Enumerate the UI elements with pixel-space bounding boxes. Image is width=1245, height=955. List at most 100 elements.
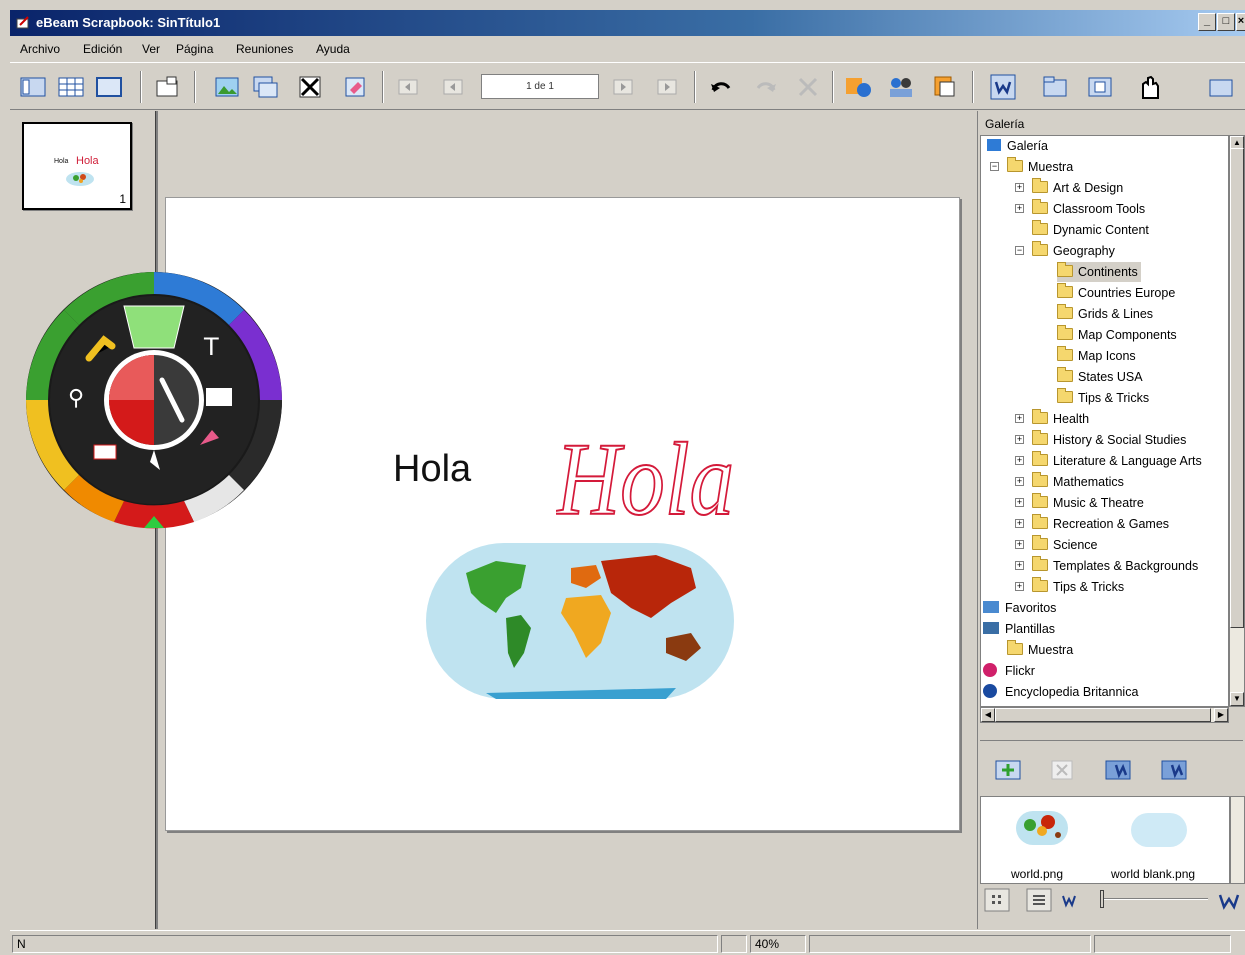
export-icon[interactable] — [930, 72, 960, 102]
tree-node-map-components[interactable]: Map Components — [1057, 325, 1177, 345]
handwritten-ink[interactable]: Hola — [556, 416, 736, 531]
tree-node-mathematics[interactable]: + Mathematics — [1015, 472, 1124, 492]
prev-page-icon[interactable] — [438, 72, 468, 102]
tree-node-states-usa[interactable]: States USA — [1057, 367, 1143, 387]
add-folder-icon[interactable] — [992, 753, 1024, 785]
delete-page-icon[interactable] — [295, 72, 325, 102]
zoom-slider-thumb[interactable] — [1100, 890, 1104, 908]
tree-node-literature[interactable]: + Literature & Language Arts — [1015, 451, 1202, 471]
gallery-tree[interactable]: Galería − Muestra + Art & Design + Classroo… — [980, 135, 1229, 707]
tree-node-britannica[interactable]: Encyclopedia Britannica — [983, 682, 1138, 702]
thumbnail-view-icon[interactable] — [18, 72, 48, 102]
expand-icon[interactable]: + — [1015, 435, 1024, 444]
tree-node-dynamic-content[interactable]: Dynamic Content — [1032, 220, 1149, 240]
whiteboard-page[interactable]: Hola Hola — [165, 197, 960, 831]
collapse-icon[interactable]: − — [990, 162, 999, 171]
tree-node-grids-lines[interactable]: Grids & Lines — [1057, 304, 1153, 324]
gallery-icon[interactable] — [988, 72, 1018, 102]
expand-icon[interactable]: + — [1015, 519, 1024, 528]
share-icon[interactable] — [843, 72, 873, 102]
gallery-horizontal-scrollbar[interactable]: ◀ ▶ — [980, 707, 1229, 723]
gallery-vertical-scrollbar[interactable]: ▲ ▼ — [1229, 135, 1245, 707]
expand-icon[interactable]: + — [1015, 540, 1024, 549]
tree-node-favoritos[interactable]: Favoritos — [983, 598, 1056, 618]
icon-view-icon[interactable] — [984, 888, 1010, 912]
window-icon[interactable] — [152, 72, 182, 102]
tree-node-countries-europe[interactable]: Countries Europe — [1057, 283, 1175, 303]
tree-node-map-icons[interactable]: Map Icons — [1057, 346, 1136, 366]
capture-icon[interactable] — [1085, 72, 1115, 102]
tree-node-art-design[interactable]: + Art & Design — [1015, 178, 1123, 198]
expand-icon[interactable]: + — [1015, 183, 1024, 192]
tree-node-plantillas[interactable]: Plantillas — [983, 619, 1055, 639]
folder-view-icon[interactable] — [1040, 72, 1070, 102]
delete-icon[interactable] — [793, 72, 823, 102]
meeting-icon[interactable] — [886, 72, 916, 102]
tree-node-history[interactable]: + History & Social Studies — [1015, 430, 1186, 450]
tree-node-classroom-tools[interactable]: + Classroom Tools — [1015, 199, 1145, 219]
menu-reuniones[interactable]: Reuniones — [236, 42, 293, 56]
tree-node-tips-tricks-geo[interactable]: Tips & Tricks — [1057, 388, 1149, 408]
expand-icon[interactable]: + — [1015, 204, 1024, 213]
gallery-item-caption[interactable]: world blank.png — [1111, 867, 1195, 881]
world-blank-png-thumbnail[interactable] — [1131, 813, 1187, 847]
new-page-icon[interactable] — [250, 72, 280, 102]
list-view-icon[interactable] — [1026, 888, 1052, 912]
scroll-down-icon[interactable]: ▼ — [1230, 692, 1244, 706]
menu-pagina[interactable]: Página — [176, 42, 213, 56]
undo-icon[interactable] — [707, 72, 737, 102]
redo-icon[interactable] — [750, 72, 780, 102]
expand-icon[interactable]: + — [1015, 498, 1024, 507]
tree-node-continents[interactable]: Continents — [1057, 262, 1141, 282]
tree-node-recreation-games[interactable]: + Recreation & Games — [1015, 514, 1169, 534]
world-png-thumbnail[interactable] — [1016, 811, 1068, 845]
collapse-icon[interactable]: − — [1015, 246, 1024, 255]
menu-archivo[interactable]: Archivo — [20, 42, 60, 56]
minimize-button[interactable]: _ — [1198, 13, 1216, 31]
clear-page-icon[interactable] — [340, 72, 370, 102]
tree-node-science[interactable]: + Science — [1015, 535, 1097, 555]
expand-icon[interactable]: + — [1015, 456, 1024, 465]
expand-icon[interactable]: + — [1015, 582, 1024, 591]
expand-icon[interactable]: + — [1015, 477, 1024, 486]
tree-node-geography[interactable]: − Geography — [1015, 241, 1115, 261]
tree-node-music-theatre[interactable]: + Music & Theatre — [1015, 493, 1144, 513]
tree-node-flickr[interactable]: Flickr — [983, 661, 1035, 681]
import-to-gallery-icon[interactable] — [1102, 753, 1134, 785]
zoom-slider-track[interactable] — [1102, 898, 1208, 900]
hand-icon[interactable] — [1135, 72, 1165, 102]
gallery-item-caption[interactable]: world.png — [1011, 867, 1063, 881]
maximize-button[interactable]: □ — [1217, 13, 1235, 31]
scroll-right-icon[interactable]: ▶ — [1214, 708, 1228, 722]
tree-node-muestra[interactable]: − Muestra — [990, 157, 1073, 177]
export-from-gallery-icon[interactable] — [1158, 753, 1190, 785]
insert-image-icon[interactable] — [212, 72, 242, 102]
page-view-icon[interactable] — [94, 72, 124, 102]
grid-view-icon[interactable] — [56, 72, 86, 102]
world-map-image[interactable] — [426, 543, 734, 699]
remove-folder-icon[interactable] — [1046, 753, 1078, 785]
last-page-icon[interactable] — [652, 72, 682, 102]
expand-icon[interactable]: + — [1015, 561, 1024, 570]
tree-node-plantillas-muestra[interactable]: Muestra — [1007, 640, 1073, 660]
items-scrollbar[interactable] — [1230, 796, 1245, 884]
close-button[interactable]: × — [1236, 13, 1245, 31]
tool-palette[interactable]: T ⚲ — [24, 270, 284, 530]
tree-node-templates-backgrounds[interactable]: + Templates & Backgrounds — [1015, 556, 1198, 576]
first-page-icon[interactable] — [393, 72, 423, 102]
tree-node-tips-tricks[interactable]: + Tips & Tricks — [1015, 577, 1124, 597]
menu-ayuda[interactable]: Ayuda — [316, 42, 350, 56]
tree-node-health[interactable]: + Health — [1015, 409, 1089, 429]
menu-edicion[interactable]: Edición — [83, 42, 122, 56]
page-thumbnail[interactable]: Hola Hola 1 — [22, 122, 132, 210]
scroll-left-icon[interactable]: ◀ — [981, 708, 995, 722]
next-page-icon[interactable] — [608, 72, 638, 102]
expand-icon[interactable]: + — [1015, 414, 1024, 423]
typed-text-object[interactable]: Hola — [393, 448, 471, 491]
page-indicator[interactable]: 1 de 1 — [481, 74, 599, 99]
scroll-thumb[interactable] — [1230, 148, 1244, 628]
tree-node-galeria[interactable]: Galería — [987, 136, 1048, 156]
projector-icon[interactable] — [1206, 72, 1236, 102]
menu-ver[interactable]: Ver — [142, 42, 160, 56]
scroll-thumb[interactable] — [995, 708, 1211, 722]
